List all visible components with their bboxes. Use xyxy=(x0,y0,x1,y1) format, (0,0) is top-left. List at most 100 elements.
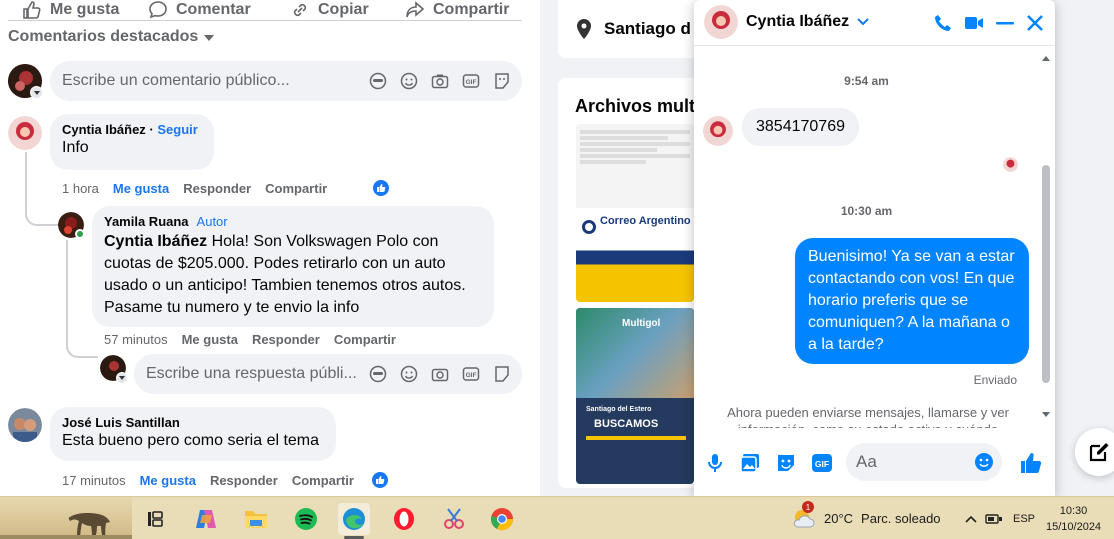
close-icon[interactable] xyxy=(1023,11,1047,35)
scroll-down-icon[interactable] xyxy=(1042,412,1050,417)
contact-name-button[interactable]: Cyntia Ibáñez xyxy=(746,13,869,31)
clock-time: 10:30 xyxy=(1059,504,1088,517)
gif-icon[interactable]: GIF xyxy=(461,364,481,384)
svg-text:GIF: GIF xyxy=(466,79,477,86)
network-icon[interactable] xyxy=(985,512,1003,526)
avatar-picture xyxy=(704,5,738,39)
clock[interactable]: 10:30 15/10/2024 xyxy=(1046,497,1101,539)
emoji-icon[interactable] xyxy=(399,71,419,91)
avatar-sticker-icon[interactable] xyxy=(368,364,388,384)
like-link[interactable]: Me gusta xyxy=(182,332,238,347)
comment-action[interactable]: Comentar xyxy=(148,0,251,20)
task-view-icon[interactable] xyxy=(140,503,172,535)
commenter-avatar[interactable] xyxy=(8,116,42,150)
video-call-icon[interactable] xyxy=(962,11,986,35)
incoming-message[interactable]: 3854170769 xyxy=(742,108,859,146)
share-action-label: Compartir xyxy=(433,1,510,18)
emoji-icon[interactable] xyxy=(399,364,419,384)
share-link[interactable]: Compartir xyxy=(292,473,354,488)
message-input[interactable]: Aa xyxy=(846,443,1002,481)
reply-author[interactable]: Yamila Ruana xyxy=(104,214,189,229)
clock-date: 15/10/2024 xyxy=(1046,520,1102,533)
chevron-down-icon[interactable] xyxy=(116,372,128,384)
photo-icon[interactable] xyxy=(739,452,761,474)
reply-link[interactable]: Responder xyxy=(252,332,320,347)
comment-meta: 1 hora Me gusta Responder Compartir xyxy=(62,178,392,198)
media-thumbnail[interactable]: Multigol Santiago del Estero BUSCAMOS xyxy=(576,308,694,484)
camera-icon[interactable] xyxy=(430,71,450,91)
svg-text:GIF: GIF xyxy=(815,459,829,469)
opera-icon[interactable] xyxy=(388,503,420,535)
new-message-button[interactable] xyxy=(1075,428,1114,476)
reply-link[interactable]: Responder xyxy=(183,181,251,196)
comment-time[interactable]: 17 minutos xyxy=(62,473,126,488)
comment-action-label: Comentar xyxy=(176,1,251,18)
share-link[interactable]: Compartir xyxy=(265,181,327,196)
chevron-down-icon[interactable] xyxy=(30,86,43,99)
like-reaction-icon[interactable] xyxy=(369,470,390,490)
accent-bar xyxy=(586,436,686,440)
follow-link[interactable]: Seguir xyxy=(157,122,197,137)
avatar-picture xyxy=(703,116,733,146)
comment-author[interactable]: José Luis Santillan xyxy=(62,415,324,430)
reply-input-placeholder: Escribe una respuesta públi... xyxy=(146,365,357,382)
compose-icon xyxy=(1089,443,1109,462)
weather-text: Parc. soleado xyxy=(861,511,941,526)
comment-input-placeholder: Escribe un comentario público... xyxy=(62,72,290,89)
widgets-button[interactable] xyxy=(0,497,132,539)
avatar-sticker-icon[interactable] xyxy=(368,71,388,91)
notification-badge-icon: 1 xyxy=(802,501,814,513)
copilot-icon[interactable] xyxy=(190,503,222,535)
file-explorer-icon[interactable] xyxy=(240,503,272,535)
reply-time[interactable]: 57 minutos xyxy=(104,332,168,347)
call-icon[interactable] xyxy=(931,11,955,35)
language-indicator[interactable]: ESP xyxy=(1013,513,1035,525)
minimize-icon[interactable] xyxy=(993,11,1017,35)
copy-action[interactable]: Copiar xyxy=(290,0,369,20)
comment-author[interactable]: Cyntia Ibáñez xyxy=(62,122,146,137)
reply-input[interactable]: Escribe una respuesta públi... GIF xyxy=(134,354,522,394)
location-text[interactable]: Santiago d xyxy=(604,19,691,39)
share-action[interactable]: Compartir xyxy=(405,0,509,20)
commenter-avatar[interactable] xyxy=(8,408,42,442)
sticker-icon[interactable] xyxy=(492,364,512,384)
message-timestamp: 9:54 am xyxy=(844,74,889,88)
sticker-icon[interactable] xyxy=(492,71,512,91)
author-badge: Autor xyxy=(196,214,228,229)
copy-action-label: Copiar xyxy=(318,1,369,18)
location-pin-icon xyxy=(577,19,591,39)
comment-time[interactable]: 1 hora xyxy=(62,181,99,196)
microphone-icon[interactable] xyxy=(704,452,726,474)
multigol-city: Santiago del Estero xyxy=(586,406,652,413)
featured-comments-filter[interactable]: Comentarios destacados xyxy=(8,28,215,46)
scroll-thumb[interactable] xyxy=(1042,165,1050,383)
mention-link[interactable]: Cyntia Ibáñez xyxy=(104,233,207,250)
comment-meta: 17 minutos Me gusta Responder Compartir xyxy=(62,470,390,490)
edge-browser-icon[interactable] xyxy=(338,503,370,535)
sender-avatar[interactable] xyxy=(703,116,733,146)
weather-widget[interactable]: 1 20°C Parc. soleado xyxy=(790,497,941,539)
contact-avatar[interactable] xyxy=(704,5,738,39)
like-link[interactable]: Me gusta xyxy=(140,473,196,488)
camera-icon[interactable] xyxy=(430,364,450,384)
chrome-icon[interactable] xyxy=(486,503,518,535)
outgoing-message[interactable]: Buenisimo! Ya se van a estar contactando… xyxy=(795,238,1029,364)
message-status: Enviado xyxy=(973,373,1017,387)
like-action[interactable]: Me gusta xyxy=(22,0,119,20)
gif-icon[interactable]: GIF xyxy=(461,71,481,91)
thumbs-up-send-icon[interactable] xyxy=(1018,450,1044,476)
sticker-icon[interactable] xyxy=(775,452,797,474)
share-link[interactable]: Compartir xyxy=(334,332,396,347)
like-link[interactable]: Me gusta xyxy=(113,181,169,196)
comment-input[interactable]: Escribe un comentario público... GIF xyxy=(50,61,522,101)
show-hidden-icons-icon[interactable] xyxy=(965,515,977,523)
media-thumbnail[interactable]: Correo Argentino xyxy=(576,124,694,302)
like-reaction-icon[interactable] xyxy=(371,178,392,198)
gif-icon[interactable]: GIF xyxy=(811,452,833,474)
scroll-up-icon[interactable] xyxy=(1042,56,1050,61)
spotify-icon[interactable] xyxy=(290,503,322,535)
snipping-tool-icon[interactable] xyxy=(438,503,470,535)
reply-link[interactable]: Responder xyxy=(210,473,278,488)
emoji-icon[interactable] xyxy=(974,452,994,477)
like-action-label: Me gusta xyxy=(50,1,120,18)
